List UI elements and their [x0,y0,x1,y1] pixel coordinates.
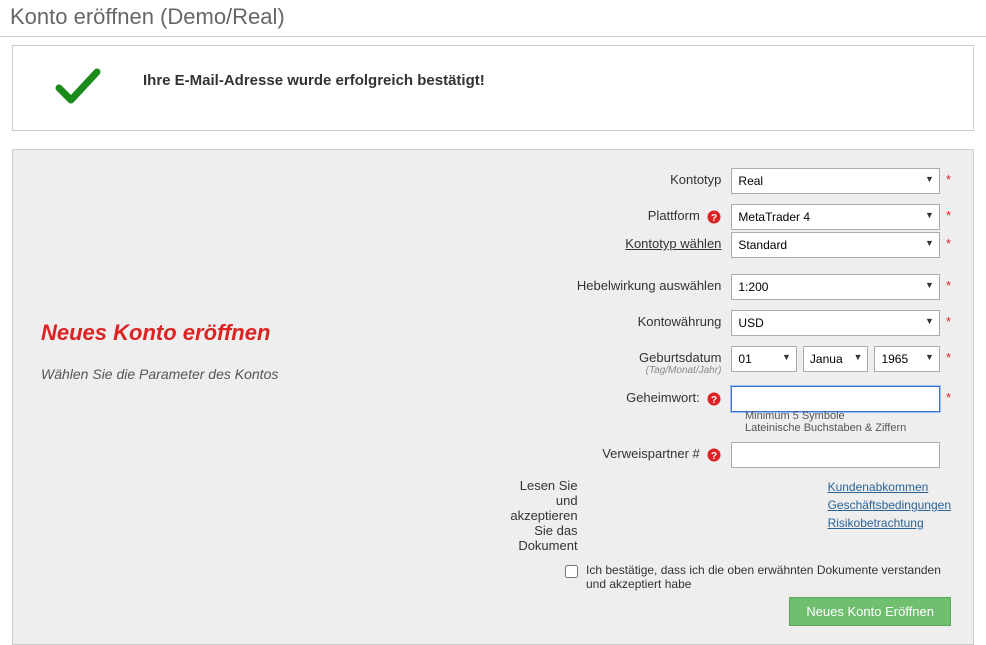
success-message-text: Ihre E-Mail-Adresse wurde erfolgreich be… [143,72,485,89]
label-referral: Verweispartner # ? [505,442,731,462]
link-agreement[interactable]: Kundenabkommen [828,478,951,496]
choose-type-select[interactable]: Standard [731,232,940,258]
form-subheading: Wählen Sie die Parameter des Kontos [41,366,278,382]
label-leverage: Hebelwirkung auswählen [505,274,731,293]
label-currency: Kontowährung [505,310,731,329]
required-mark: * [946,386,951,405]
help-icon[interactable]: ? [707,448,721,462]
required-mark: * [946,204,951,223]
divider [0,36,986,37]
form-heading: Neues Konto eröffnen [41,320,278,346]
password-input[interactable] [731,386,940,412]
label-password: Geheimwort: ? [505,386,731,406]
required-mark: * [946,346,951,365]
svg-text:?: ? [711,451,717,462]
label-platform: Plattform ? [505,204,731,224]
label-account-type: Kontotyp [505,168,731,187]
label-dob: Geburtsdatum (Tag/Monat/Jahr) [505,346,731,376]
svg-text:?: ? [711,395,717,406]
required-mark: * [946,232,951,251]
dob-month-select[interactable]: Janua [803,346,869,372]
page-title: Konto eröffnen (Demo/Real) [0,0,986,36]
confirm-text: Ich bestätige, dass ich die oben erwähnt… [586,563,951,591]
leverage-select[interactable]: 1:200 [731,274,940,300]
required-mark: * [946,310,951,329]
submit-button[interactable]: Neues Konto Eröffnen [789,597,951,626]
link-risk[interactable]: Risikobetrachtung [828,514,951,532]
help-icon[interactable]: ? [707,210,721,224]
account-type-select[interactable]: Real [731,168,940,194]
dob-year-select[interactable]: 1965 [874,346,940,372]
help-icon[interactable]: ? [707,392,721,406]
checkmark-icon [53,66,103,106]
link-terms[interactable]: Geschäftsbedingungen [828,496,951,514]
svg-text:?: ? [711,213,717,224]
required-mark: * [946,274,951,293]
success-message-box: Ihre E-Mail-Adresse wurde erfolgreich be… [12,45,974,131]
required-mark: * [946,168,951,187]
dob-day-select[interactable]: 01 [731,346,797,372]
confirm-checkbox[interactable] [565,565,578,578]
referral-input[interactable] [731,442,940,468]
password-hint: Minimum 5 Symbole Lateinische Buchstaben… [745,410,951,434]
form-panel: Neues Konto eröffnen Wählen Sie die Para… [12,149,974,645]
currency-select[interactable]: USD [731,310,940,336]
label-docs: Lesen Sie und akzeptieren Sie das Dokume… [505,478,588,553]
platform-select[interactable]: MetaTrader 4 [731,204,940,230]
choose-type-link[interactable]: Kontotyp wählen [625,236,721,251]
